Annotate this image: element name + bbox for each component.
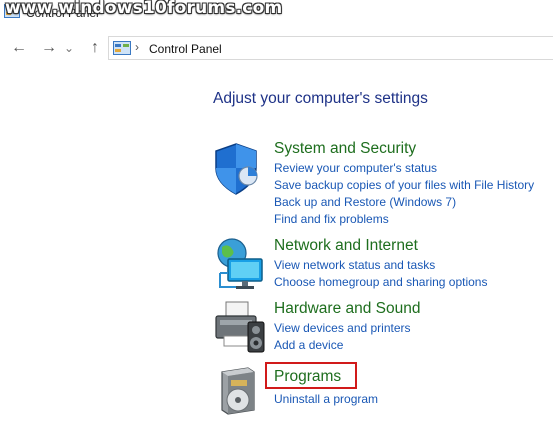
forward-button[interactable]: → xyxy=(38,34,60,62)
link-uninstall-program[interactable]: Uninstall a program xyxy=(274,392,378,406)
link-network-status[interactable]: View network status and tasks xyxy=(274,258,435,272)
category-title[interactable]: Hardware and Sound xyxy=(274,300,421,318)
back-button[interactable]: ← xyxy=(8,34,30,62)
programs-disc-icon xyxy=(221,367,255,415)
up-arrow-icon: ↑ xyxy=(91,39,99,56)
link-add-device[interactable]: Add a device xyxy=(274,338,343,352)
link-file-history[interactable]: Save backup copies of your files with Fi… xyxy=(274,178,534,192)
link-review-status[interactable]: Review your computer's status xyxy=(274,161,437,175)
link-devices-printers[interactable]: View devices and printers xyxy=(274,321,411,335)
breadcrumb-control-panel[interactable]: Control Panel xyxy=(149,42,222,56)
forward-arrow-icon: → xyxy=(41,39,57,56)
title-bar: Control Panel www.windows10forums.com xyxy=(0,0,553,24)
address-bar[interactable]: › Control Panel xyxy=(108,36,553,60)
recent-locations-button[interactable]: ⌄ xyxy=(62,34,76,62)
printer-speaker-icon xyxy=(215,301,265,353)
back-arrow-icon: ← xyxy=(11,39,27,56)
link-find-fix-problems[interactable]: Find and fix problems xyxy=(274,212,389,226)
up-button[interactable]: ↑ xyxy=(84,34,106,62)
category-title[interactable]: Network and Internet xyxy=(274,237,418,255)
shield-icon xyxy=(215,143,258,195)
network-globe-icon xyxy=(217,238,263,289)
highlight-annotation-box xyxy=(265,362,357,389)
category-title[interactable]: System and Security xyxy=(274,140,416,158)
control-panel-icon xyxy=(113,41,131,55)
link-homegroup-sharing[interactable]: Choose homegroup and sharing options xyxy=(274,275,487,289)
link-backup-restore[interactable]: Back up and Restore (Windows 7) xyxy=(274,195,456,209)
chevron-down-icon: ⌄ xyxy=(63,41,75,55)
watermark-text: www.windows10forums.com xyxy=(5,0,283,18)
page-title: Adjust your computer's settings xyxy=(213,90,428,107)
breadcrumb-separator: › xyxy=(135,40,139,54)
